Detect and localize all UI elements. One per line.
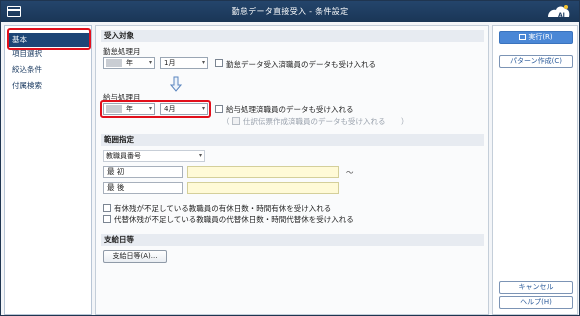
sidebar-item-filter[interactable]: 絞込条件 (9, 63, 89, 77)
highlight-frame (7, 28, 91, 50)
year-value (106, 59, 122, 67)
year-suffix: 年 (126, 59, 133, 67)
journal-paren-close: ） (401, 117, 409, 126)
attendance-month-value: 1月 (164, 59, 176, 67)
range-field-select[interactable]: 教職員番号 ▾ (103, 150, 205, 162)
range-first-label-box: 最 初 (103, 166, 183, 178)
include-journal-created-label: 仕訳伝票作成済職員のデータも受け入れる (243, 117, 386, 126)
app-logo-icon: AI (548, 5, 570, 19)
include-payroll-processed-label: 給与処理済職員のデータも受け入れる (226, 105, 354, 114)
execute-icon (519, 34, 527, 40)
execute-button[interactable]: 実行(R) (499, 31, 573, 44)
attendance-month-label: 勤怠処理月 (103, 47, 141, 56)
attendance-year-select[interactable]: 年 ▾ (103, 57, 155, 69)
paid-leave-shortage-checkbox[interactable] (103, 204, 111, 212)
title-bar: 勤怠データ直接受入 - 条件設定 AI (1, 1, 579, 22)
range-first-input[interactable] (187, 166, 339, 178)
section-payment: 支給日等 (101, 234, 484, 246)
arrow-down-icon (170, 76, 182, 92)
section-range: 範囲指定 (101, 134, 484, 146)
include-attendance-accepted-checkbox[interactable] (215, 59, 223, 67)
paid-leave-shortage-label: 有休残が不足している教職員の有休日数・時間有休を受け入れる (114, 204, 332, 213)
range-last-input[interactable] (187, 182, 339, 194)
range-last-label-box: 最 後 (103, 182, 183, 194)
substitute-leave-shortage-label: 代替休残が不足している教職員の代替休日数・時間代替休を受け入れる (114, 215, 354, 224)
action-panel: 実行(R) パターン作成(C) キャンセル ヘルプ(H) (492, 25, 578, 315)
dialog-window: 勤怠データ直接受入 - 条件設定 AI 基本 項目選択 絞込条件 付属検索 受入… (0, 0, 580, 316)
include-payroll-processed-checkbox[interactable] (215, 105, 223, 113)
help-button[interactable]: ヘルプ(H) (499, 296, 573, 309)
range-tilde: ～ (346, 168, 354, 177)
journal-paren-open: （ (222, 117, 230, 126)
cancel-button[interactable]: キャンセル (499, 281, 573, 294)
create-pattern-button[interactable]: パターン作成(C) (499, 55, 573, 68)
chevron-down-icon: ▾ (148, 59, 152, 66)
highlight-frame (100, 100, 211, 118)
svg-text:AI: AI (558, 12, 565, 19)
include-attendance-accepted-label: 勤怠データ受入済職員のデータも受け入れる (226, 60, 376, 69)
include-journal-created-checkbox[interactable] (232, 117, 240, 125)
range-field-value: 教職員番号 (106, 152, 141, 160)
attendance-month-select[interactable]: 1月 ▾ (160, 57, 208, 69)
sidebar-item-attached-search[interactable]: 付属検索 (9, 79, 89, 93)
range-first-label: 最 初 (107, 167, 125, 176)
range-last-label: 最 後 (107, 183, 125, 192)
window-title: 勤怠データ直接受入 - 条件設定 (231, 7, 349, 16)
main-panel: 受入対象 勤怠処理月 年 ▾ 1月 ▾ 勤怠データ受入済職員のデータも受け入れる… (95, 25, 489, 315)
section-accept-target: 受入対象 (101, 30, 484, 42)
payment-date-button[interactable]: 支給日等(A)... (103, 250, 167, 263)
sidebar: 基本 項目選択 絞込条件 付属検索 (4, 25, 92, 315)
chevron-down-icon: ▾ (198, 152, 202, 159)
chevron-down-icon: ▾ (201, 59, 205, 66)
substitute-leave-shortage-checkbox[interactable] (103, 215, 111, 223)
execute-label: 実行(R) (528, 33, 553, 41)
